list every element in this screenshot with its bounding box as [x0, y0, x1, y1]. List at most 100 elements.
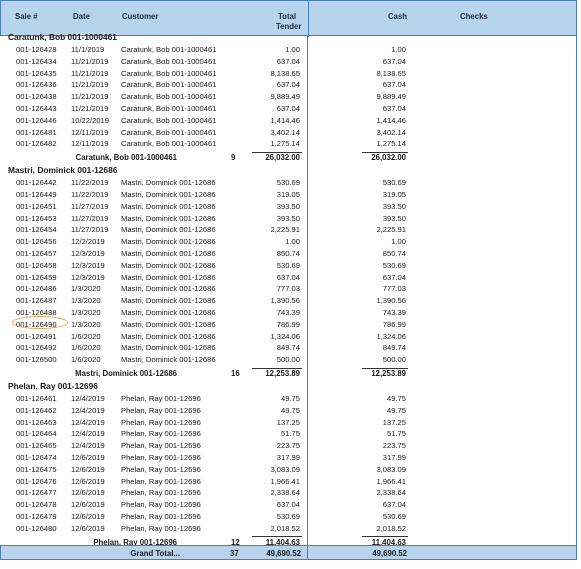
sale-date: 12/11/2019 — [71, 127, 109, 137]
total-tender: 500.00 — [276, 355, 300, 365]
customer-name: Caratunk, Bob 001-1000461 — [121, 115, 217, 125]
sale-number: 001-126459 — [16, 272, 57, 282]
grand-total-label: Grand Total... — [130, 549, 180, 558]
total-tender: 223.75 — [276, 441, 300, 451]
sale-date: 11/21/2019 — [71, 104, 109, 113]
table-row: 001-126442 11/22/2019 Mastri, Dominick 001… — [0, 178, 577, 190]
subtotal-cash: 12,253.89 — [371, 369, 406, 378]
sale-date: 12/6/2019 — [71, 488, 105, 498]
customer-name: Mastri, Dominick 001-12686 — [121, 331, 216, 341]
cash-amount: 637.04 — [382, 104, 406, 113]
sale-number: 001-126454 — [16, 225, 57, 235]
sale-date: 11/21/2019 — [71, 68, 109, 78]
sale-number: 001-126446 — [16, 115, 57, 125]
cash-amount: 3,083.09 — [376, 464, 406, 474]
customer-name: Caratunk, Bob 001-1000461 — [121, 104, 217, 113]
customer-name: Phelan, Ray 001-12696 — [121, 453, 201, 462]
cash-amount: 2,338.64 — [376, 488, 406, 498]
sale-number: 001-126449 — [16, 190, 57, 199]
table-row: 001-126491 1/6/2020 Mastri, Dominick 001-1… — [0, 332, 577, 344]
table-row: 001-126428 11/1/2019 Caratunk, Bob 001-100… — [0, 45, 577, 57]
group-title: Caratunk, Bob 001-1000461 — [8, 32, 117, 42]
sale-date: 11/21/2019 — [71, 80, 109, 90]
subtotal-count: 9 — [231, 153, 236, 163]
sale-date: 1/3/2020 — [71, 319, 101, 329]
sale-date: 11/22/2019 — [71, 178, 109, 188]
cash-amount: 317.99 — [382, 453, 406, 462]
grand-total-row: Grand Total... 37 49,690.52 49,690.52 — [0, 545, 577, 560]
customer-name: Mastri, Dominick 001-12686 — [121, 296, 216, 306]
table-row: 001-126456 12/2/2019 Mastri, Dominick 001-… — [0, 237, 577, 249]
total-tender: 8,138.65 — [270, 68, 300, 78]
customer-name: Phelan, Ray 001-12696 — [121, 523, 201, 533]
table-row: 001-126454 11/27/2019 Mastri, Dominick 001… — [0, 225, 577, 237]
group-title: Phelan, Ray 001-12696 — [8, 381, 98, 391]
total-tender: 1,275.14 — [270, 139, 300, 149]
sale-number: 001-126436 — [16, 80, 57, 90]
cash-amount: 2,018.52 — [376, 523, 406, 533]
sale-number: 001-126438 — [16, 92, 57, 102]
customer-name: Mastri, Dominick 001-12686 — [121, 319, 216, 329]
customer-name: Caratunk, Bob 001-1000461 — [121, 56, 217, 66]
total-tender: 1,966.41 — [270, 476, 300, 486]
grand-total-tender: 49,690.52 — [266, 549, 301, 558]
sale-number: 001-126456 — [16, 237, 57, 247]
sale-date: 1/3/2020 — [71, 296, 101, 306]
sale-date: 10/22/2019 — [71, 115, 110, 125]
cash-amount: 786.99 — [382, 319, 406, 329]
table-row: 001-126486 1/3/2020 Mastri, Dominick 001-1… — [0, 284, 577, 296]
customer-name: Phelan, Ray 001-12696 — [121, 417, 201, 427]
cash-column-divider — [307, 36, 308, 545]
total-tender: 530.69 — [276, 260, 300, 270]
table-row: 001-126438 11/21/2019 Caratunk, Bob 001-10… — [0, 92, 577, 104]
sale-date: 12/3/2019 — [71, 272, 105, 282]
customer-name: Mastri, Dominick 001-12686 — [121, 213, 216, 223]
cash-amount: 637.04 — [382, 272, 406, 282]
cash-amount: 223.75 — [382, 441, 406, 451]
sale-date: 12/6/2019 — [71, 464, 105, 474]
sale-number: 001-126464 — [16, 429, 57, 439]
grand-total-count: 37 — [230, 549, 239, 558]
total-tender: 637.04 — [276, 80, 300, 90]
table-row: 001-126475 12/6/2019 Phelan, Ray 001-12696… — [0, 465, 577, 477]
customer-name: Mastri, Dominick 001-12686 — [121, 260, 216, 270]
sale-date: 11/27/2019 — [71, 225, 109, 235]
table-row: 001-126461 12/4/2019 Phelan, Ray 001-12696… — [0, 394, 577, 406]
sale-number: 001-126491 — [16, 331, 57, 341]
customer-name: Mastri, Dominick 001-12686 — [121, 201, 216, 211]
sale-date: 1/3/2020 — [71, 308, 101, 317]
sale-number: 001-126428 — [16, 45, 57, 54]
sale-date: 1/6/2020 — [71, 355, 101, 365]
customer-name: Mastri, Dominick 001-12686 — [121, 225, 216, 235]
total-tender: 743.39 — [276, 308, 300, 317]
customer-name: Mastri, Dominick 001-12686 — [121, 343, 216, 353]
sale-number: 001-126442 — [16, 178, 57, 188]
total-tender: 637.04 — [276, 56, 300, 66]
total-tender: 1,414.46 — [270, 115, 300, 125]
cash-amount: 637.04 — [382, 500, 406, 510]
customer-name: Mastri, Dominick 001-12686 — [121, 355, 216, 365]
customer-name: Phelan, Ray 001-12696 — [121, 429, 201, 439]
sale-date: 11/21/2019 — [71, 92, 109, 102]
customer-name: Phelan, Ray 001-12696 — [121, 464, 201, 474]
cash-amount: 51.75 — [386, 429, 406, 439]
group-subtotal-row: Mastri, Dominick 001-12686 16 12,253.89 12,… — [0, 369, 577, 381]
customer-name: Phelan, Ray 001-12696 — [121, 488, 201, 498]
cash-amount: 1,966.41 — [376, 476, 406, 486]
sale-number: 001-126434 — [16, 56, 57, 66]
customer-name: Phelan, Ray 001-12696 — [121, 500, 201, 510]
sale-number: 001-126453 — [16, 213, 57, 223]
sale-date: 12/4/2019 — [71, 394, 105, 403]
table-row: 001-126477 12/6/2019 Phelan, Ray 001-12696… — [0, 488, 577, 500]
table-row: 001-126490 1/3/2020 Mastri, Dominick 001-1… — [0, 320, 577, 332]
sale-number: 001-126477 — [16, 488, 57, 498]
cash-amount: 8,138.65 — [376, 68, 406, 78]
cash-amount: 393.50 — [382, 213, 406, 223]
sale-number: 001-126463 — [16, 417, 57, 427]
sale-date: 12/4/2019 — [71, 429, 105, 439]
table-row: 001-126481 12/11/2019 Caratunk, Bob 001-10… — [0, 128, 577, 140]
sale-date: 12/6/2019 — [71, 512, 105, 521]
customer-name: Caratunk, Bob 001-1000461 — [121, 92, 217, 102]
sale-date: 12/3/2019 — [71, 260, 105, 270]
total-tender: 637.04 — [276, 272, 300, 282]
